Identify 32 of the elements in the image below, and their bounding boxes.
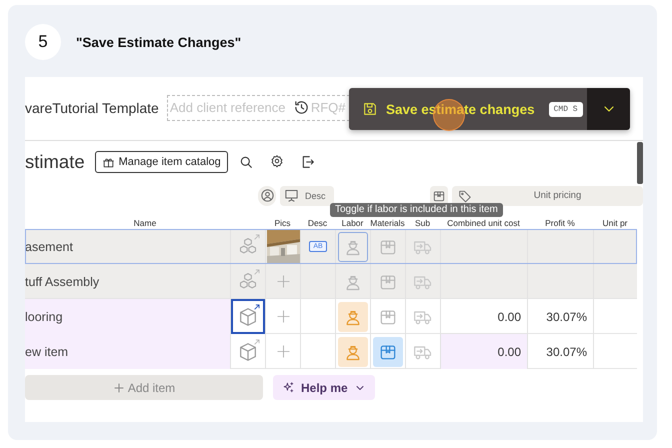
column-header: Materials — [370, 218, 405, 229]
shortcut-key: CMD S — [548, 102, 583, 116]
column-header: Desc — [306, 218, 328, 229]
table-cell: 30.07% — [546, 344, 587, 358]
group-label: Unit pricing — [534, 190, 582, 201]
item-name: looring — [25, 299, 230, 334]
item-name: asement — [25, 238, 74, 256]
template-name: vareTutorial Template — [25, 100, 159, 116]
table-cell: 0.00 — [498, 344, 521, 358]
step-number: 5 — [25, 24, 61, 60]
table-row[interactable]: looring 0.00 30.07% — [25, 299, 637, 334]
column-header: Name — [132, 218, 158, 229]
estimate-title: stimate — [25, 151, 85, 173]
column-header: Combined unit cost — [446, 218, 521, 229]
client-reference-input[interactable]: Add client reference — [170, 100, 292, 115]
item-name: tuff Assembly — [25, 274, 100, 291]
table-cell: 30.07% — [546, 310, 587, 324]
manage-catalog-button[interactable]: Manage item catalog — [94, 151, 228, 173]
table-row[interactable]: ew item 0.00 30.07% — [25, 334, 637, 369]
step-title: "Save Estimate Changes" — [76, 34, 242, 50]
tooltip: Toggle if labor is included in this item — [330, 203, 503, 217]
help-me-button[interactable]: Help me — [273, 375, 375, 400]
table-row[interactable]: tuff Assembly — [25, 264, 637, 299]
column-header: Pics — [273, 218, 292, 229]
column-header: Sub — [414, 218, 432, 229]
column-header: Labor — [340, 218, 364, 229]
rfq-placeholder: RFQ# — [310, 100, 346, 115]
item-name: ew item — [25, 334, 230, 369]
table-cell: 0.00 — [498, 310, 521, 324]
column-header: Profit % — [544, 218, 576, 229]
group-label: Desc — [305, 190, 326, 200]
column-header: Unit pr — [601, 218, 629, 229]
